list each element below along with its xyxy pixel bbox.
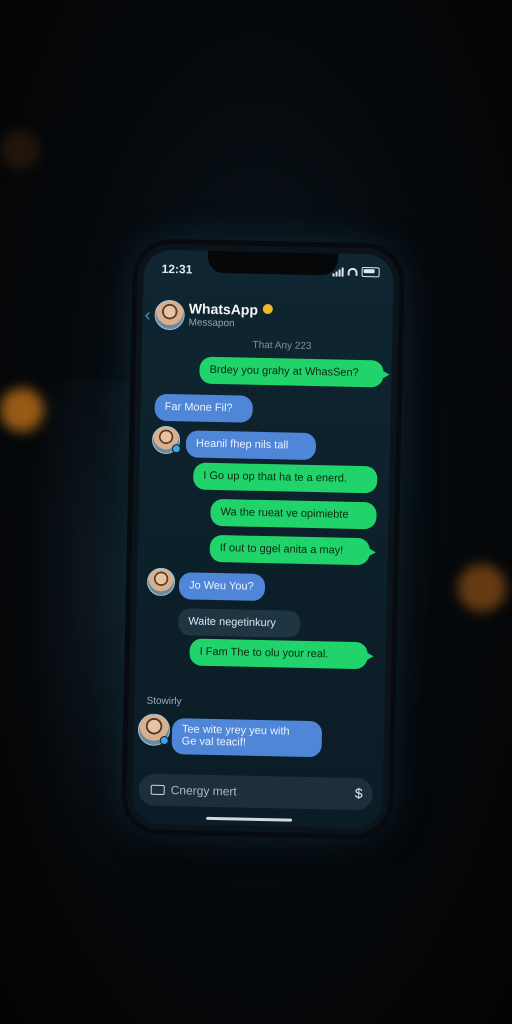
keyboard-icon[interactable] [150,784,165,795]
contact-avatar[interactable] [154,299,185,331]
verified-badge-icon [262,303,273,315]
battery-icon [361,267,380,278]
message-bubble-incoming[interactable]: Jo Weu You? [178,572,266,602]
phone-device: 12:31 ‹ WhatsApp Messapon That Any 223 B… [125,243,401,835]
online-status-icon [159,735,169,746]
message-bubble-incoming[interactable]: Tee wite yrey yeu with Ge val teacif! [171,718,323,758]
bokeh-light [0,130,40,170]
message-bubble-outgoing[interactable]: I Go up op that ha te a enerd. [193,462,378,494]
contact-name[interactable]: WhatsApp [189,300,259,317]
message-bubble-outgoing[interactable]: I Fam The to olu your real. [189,638,368,670]
message-bubble-outgoing[interactable]: If out to ggel anita a may! [209,534,371,566]
home-indicator[interactable] [206,816,293,822]
message-bubble-outgoing[interactable]: Wa the rueat ve opimiebte [210,498,377,530]
online-status-icon [171,444,181,454]
section-label: Stowirly [146,695,182,708]
bokeh-light [458,564,506,612]
message-composer[interactable]: Cnergy mert $ [138,773,374,811]
message-bubble-incoming[interactable]: Far Mone Fil? [154,393,253,423]
status-time: 12:31 [161,261,193,277]
sender-avatar[interactable] [146,567,176,597]
message-bubble-incoming[interactable]: Heanil fhep nils tall [185,430,317,461]
message-bubble-incoming[interactable]: Waite negetinkury [177,608,301,638]
send-icon[interactable]: $ [355,785,363,801]
message-bubble-outgoing[interactable]: Brdey you grahy at WhasSen? [199,356,384,388]
contact-status: Messapon [188,317,235,330]
chat-header: ‹ WhatsApp Messapon [142,295,393,340]
phone-screen: 12:31 ‹ WhatsApp Messapon That Any 223 B… [132,249,394,829]
wifi-icon [347,267,358,276]
status-icons [332,266,380,278]
message-input[interactable]: Cnergy mert [171,783,237,798]
message-line: Ge val teacif! [181,735,247,749]
notch [207,250,338,276]
signal-icon [332,267,344,277]
back-chevron-icon[interactable]: ‹ [144,304,150,325]
